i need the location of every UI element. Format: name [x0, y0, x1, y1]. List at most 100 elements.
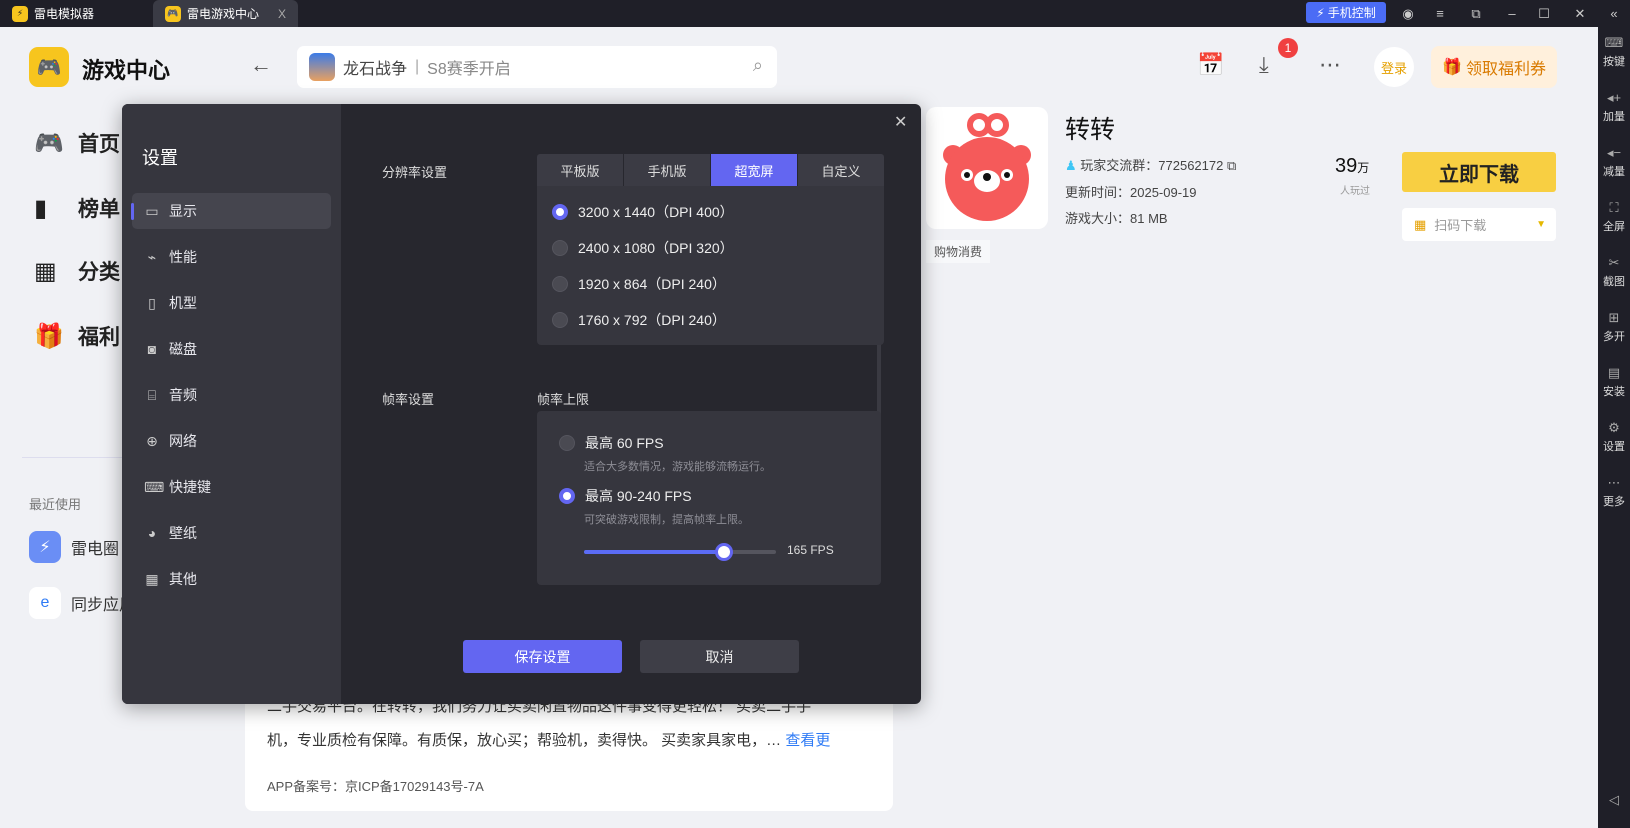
menu-label: 机型 — [169, 295, 197, 311]
account-icon[interactable]: ◉ — [1394, 0, 1422, 27]
fps-option-60[interactable]: 最高 60 FPS — [559, 433, 664, 453]
collapse-sidebar-icon[interactable]: « — [1600, 0, 1628, 27]
phone-control-button[interactable]: ⚡ 手机控制 — [1306, 2, 1386, 23]
login-button[interactable]: 登录 — [1374, 47, 1414, 87]
description-line: 机，专业质检有保障。有质保，放心买；帮验机，卖得快。 买卖家具家电，… — [267, 732, 782, 749]
search-bar[interactable]: 龙石战争 | S8赛季开启 ⌕ — [297, 46, 777, 88]
copy-icon[interactable]: ⧉ — [1227, 158, 1236, 173]
settings-menu-display[interactable]: ▭ 显示 — [131, 193, 331, 229]
menu-label: 音频 — [169, 387, 197, 403]
tab-label: 雷电模拟器 — [34, 7, 95, 21]
title-bar: ⚡ 雷电模拟器 🎮 雷电游戏中心 X ⚡ 手机控制 ◉ ≡ ⧉ – ☐ ✕ « — [0, 0, 1630, 27]
fps-slider[interactable] — [584, 543, 776, 561]
toolbar-more[interactable]: ⋯ 更多 — [1598, 475, 1630, 509]
fps-option-high[interactable]: 最高 90-240 FPS — [559, 486, 692, 506]
tab-close-icon[interactable]: X — [278, 7, 286, 21]
resolution-label: 分辨率设置 — [382, 165, 448, 180]
maximize-icon[interactable]: ☐ — [1530, 0, 1558, 27]
settings-menu-audio[interactable]: ⌸ 音频 — [132, 377, 331, 413]
tab-custom[interactable]: 自定义 — [798, 154, 884, 186]
phone-control-label: 手机控制 — [1327, 6, 1376, 20]
recent-item[interactable]: ⚡ 雷电圈 — [29, 531, 119, 563]
radio[interactable] — [552, 312, 568, 328]
toolbar-keymap[interactable]: ⌨ 按键 — [1598, 35, 1630, 69]
toolbar-label: 截图 — [1603, 276, 1625, 288]
resolution-option[interactable]: 1920 x 864（DPI 240） — [552, 274, 726, 294]
toolbar-screenshot[interactable]: ✂ 截图 — [1598, 255, 1630, 289]
qq-icon: ♟ — [1065, 158, 1077, 173]
menu-icon[interactable]: ≡ — [1426, 0, 1454, 27]
more-icon[interactable]: ⋯ — [1319, 52, 1341, 78]
calendar-icon[interactable]: 📅 — [1197, 52, 1224, 78]
nav-home[interactable]: 🎮 首页 — [34, 128, 120, 158]
keyboard-icon: ⌨ — [144, 478, 165, 495]
player-group: ♟ 玩家交流群：772562172 ⧉ — [1065, 155, 1236, 174]
menu-label: 其他 — [169, 571, 197, 587]
settings-menu-shortcuts[interactable]: ⌨ 快捷键 — [132, 469, 331, 505]
nav-label: 榜单 — [78, 198, 120, 221]
back-arrow-icon[interactable]: ← — [250, 52, 272, 78]
toolbar-volume-down[interactable]: ◂− 减量 — [1598, 145, 1630, 179]
settings-menu-other[interactable]: ▦ 其他 — [132, 561, 331, 597]
resolution-option[interactable]: 2400 x 1080（DPI 320） — [552, 238, 734, 258]
radio-selected[interactable] — [552, 204, 568, 220]
settings-menu-wallpaper[interactable]: ◕ 壁纸 — [132, 515, 331, 551]
radio-selected[interactable] — [559, 488, 575, 504]
download-badge: 1 — [1278, 38, 1298, 58]
resolution-options: 3200 x 1440（DPI 400） 2400 x 1080（DPI 320… — [537, 186, 884, 345]
download-icon[interactable]: ⤓ — [1259, 52, 1269, 78]
nav-category[interactable]: ▦ 分类 — [34, 256, 120, 286]
multi-instance-icon: ⊞ — [1608, 310, 1620, 325]
settings-dialog: 设置 ▭ 显示 ⌁ 性能 ▯ 机型 ◙ 磁盘 ⌸ 音频 ⊕ 网络 ⌨ 快捷键 ◕ 壁纸 ▦ 其他 … — [122, 104, 921, 704]
save-settings-button[interactable]: 保存设置 — [463, 640, 622, 673]
category-tag[interactable]: 购物消费 — [926, 240, 991, 263]
nav-welfare[interactable]: 🎁 福利 — [34, 321, 120, 351]
close-icon[interactable]: ✕ — [1566, 0, 1594, 27]
fps-slider-handle[interactable] — [715, 543, 734, 561]
close-icon[interactable]: ✕ — [894, 112, 907, 132]
cancel-button[interactable]: 取消 — [640, 640, 799, 673]
recent-item[interactable]: e 同步应用 — [29, 587, 135, 619]
player-group-text: 玩家交流群：772562172 — [1080, 158, 1224, 173]
tab-tablet[interactable]: 平板版 — [537, 154, 624, 186]
welfare-coupon-button[interactable]: 🎁 领取福利券 — [1431, 46, 1557, 88]
gear-icon: ⚙ — [1608, 420, 1620, 435]
apk-icon: ▤ — [1607, 365, 1621, 380]
device-icon: ▯ — [148, 294, 156, 311]
qr-download-button[interactable]: ▦ 扫码下载 ▼ — [1402, 208, 1556, 241]
leidian-circle-icon: ⚡ — [29, 531, 61, 563]
more-icon: ⋯ — [1607, 475, 1621, 490]
search-icon[interactable]: ⌕ — [753, 55, 763, 76]
tab-game-center[interactable]: 🎮 雷电游戏中心 X — [153, 0, 298, 27]
resolution-option[interactable]: 1760 x 792（DPI 240） — [552, 310, 726, 330]
toolbar-install[interactable]: ▤ 安装 — [1598, 365, 1630, 399]
settings-menu-performance[interactable]: ⌁ 性能 — [132, 239, 331, 275]
resolution-text: 2400 x 1080（DPI 320） — [578, 240, 734, 256]
radio[interactable] — [552, 276, 568, 292]
tab-ultrawide[interactable]: 超宽屏 — [711, 154, 798, 186]
settings-menu-network[interactable]: ⊕ 网络 — [132, 423, 331, 459]
nav-ranking[interactable]: ▮ 榜单 — [34, 193, 120, 223]
radio[interactable] — [559, 435, 575, 451]
nav-label: 分类 — [78, 261, 120, 284]
toolbar-fullscreen[interactable]: ⛶ 全屏 — [1598, 200, 1630, 234]
back-triangle-icon[interactable]: ◁ — [1598, 792, 1630, 810]
restore-layout-icon[interactable]: ⧉ — [1462, 0, 1490, 27]
tab-ldplayer[interactable]: ⚡ 雷电模拟器 — [0, 0, 150, 27]
view-more-link[interactable]: 查看更 — [785, 732, 830, 749]
fps-option-title: 最高 90-240 FPS — [585, 488, 692, 504]
tab-phone[interactable]: 手机版 — [624, 154, 711, 186]
toolbar-settings[interactable]: ⚙ 设置 — [1598, 420, 1630, 454]
toolbar-multi[interactable]: ⊞ 多开 — [1598, 310, 1630, 344]
fps-option-desc: 适合大多数情况，游戏能够流畅运行。 — [584, 461, 771, 473]
download-now-button[interactable]: 立即下载 — [1402, 152, 1556, 192]
settings-menu-disk[interactable]: ◙ 磁盘 — [132, 331, 331, 367]
settings-menu-device[interactable]: ▯ 机型 — [132, 285, 331, 321]
resolution-option[interactable]: 3200 x 1440（DPI 400） — [552, 202, 734, 222]
app-icon — [926, 107, 1048, 229]
gamepad-icon: 🎮 — [34, 129, 64, 157]
volume-up-icon: ◂+ — [1606, 90, 1622, 105]
radio[interactable] — [552, 240, 568, 256]
toolbar-volume-up[interactable]: ◂+ 加量 — [1598, 90, 1630, 124]
minimize-icon[interactable]: – — [1498, 0, 1526, 27]
